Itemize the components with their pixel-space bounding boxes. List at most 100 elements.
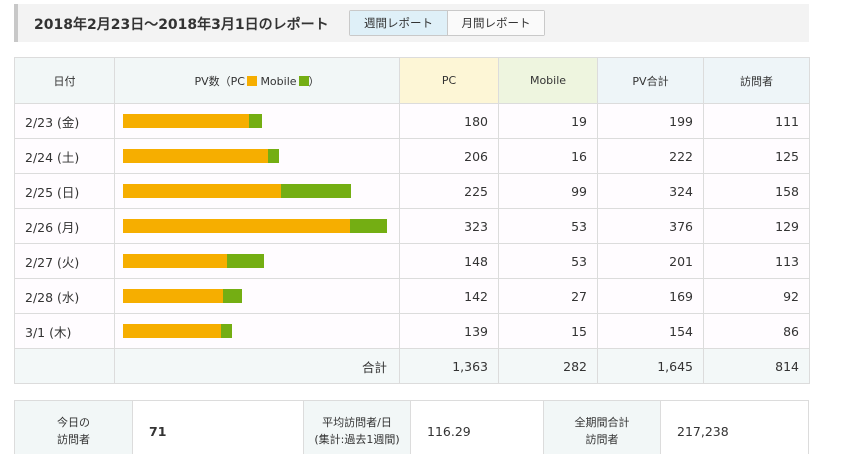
pc-legend-swatch	[246, 75, 257, 86]
total-empty-cell	[14, 348, 115, 384]
table-body: 2/23 (金) 180 19 199 111 2/24 (土) 206 16 222 125 2/…	[14, 103, 810, 384]
visitor-stats: 今日の訪問者 71 平均訪問者/日 (集計:過去1週間) 116.29 全期間合計…	[14, 400, 809, 454]
table-header-row: 日付 PV数（PC Mobile ） PC Mobile PV合計 訪問者	[14, 57, 810, 104]
pv-bar	[123, 149, 391, 163]
header-pv-total: PV合計	[597, 57, 704, 104]
header-date: 日付	[14, 57, 115, 104]
pv-bar-pc-segment	[123, 324, 221, 338]
row-mobile: 53	[498, 243, 598, 279]
row-visitors: 92	[703, 278, 810, 314]
table-row: 2/28 (水) 142 27 169 92	[14, 278, 810, 314]
today-visitors-label: 今日の 訪問者	[15, 401, 133, 454]
row-date: 2/28 (水)	[14, 278, 115, 314]
total-mobile: 282	[498, 348, 598, 384]
pv-bar-pc-segment	[123, 184, 281, 198]
row-pc: 142	[399, 278, 499, 314]
pv-bar	[123, 324, 391, 338]
row-mobile: 16	[498, 138, 598, 174]
today-visitors-label-line2: 訪問者	[57, 433, 90, 446]
avg-visitors-label-line1: 平均訪問者/日	[322, 416, 392, 429]
pv-bar	[123, 219, 391, 233]
row-visitors: 158	[703, 173, 810, 209]
mobile-legend-swatch	[298, 75, 309, 86]
row-pc: 323	[399, 208, 499, 244]
tab-weekly-report[interactable]: 週間レポート	[350, 11, 447, 35]
avg-visitors-label-line2: (集計:過去1週間)	[314, 433, 400, 446]
row-pv-total: 201	[597, 243, 704, 279]
total-row: 合計 1,363 282 1,645 814	[14, 348, 810, 384]
pv-bar-pc-segment	[123, 254, 227, 268]
row-mobile: 27	[498, 278, 598, 314]
row-mobile: 99	[498, 173, 598, 209]
pv-bar-mobile-segment	[268, 149, 279, 163]
pv-bar-cell	[114, 243, 400, 279]
row-mobile: 19	[498, 103, 598, 139]
report-title: 2018年2月23日〜2018年3月1日のレポート	[34, 17, 329, 33]
row-pc: 148	[399, 243, 499, 279]
today-visitors-value: 71	[149, 423, 167, 439]
pv-bar-pc-segment	[123, 219, 350, 233]
row-pv-total: 199	[597, 103, 704, 139]
row-date: 2/27 (火)	[14, 243, 115, 279]
header-mobile: Mobile	[498, 57, 598, 104]
row-pv-total: 154	[597, 313, 704, 349]
pv-bar-cell	[114, 138, 400, 174]
row-pc: 225	[399, 173, 499, 209]
pv-bar-mobile-segment	[223, 289, 242, 303]
row-visitors: 86	[703, 313, 810, 349]
row-pv-total: 376	[597, 208, 704, 244]
total-visitors: 814	[703, 348, 810, 384]
pv-bar-cell	[114, 313, 400, 349]
row-date: 2/26 (月)	[14, 208, 115, 244]
pv-bar-mobile-segment	[227, 254, 264, 268]
row-pc: 180	[399, 103, 499, 139]
pv-bar	[123, 254, 391, 268]
row-date: 3/1 (木)	[14, 313, 115, 349]
pv-bar-pc-segment	[123, 289, 223, 303]
header-pv-label: PV数（PC	[194, 74, 245, 88]
row-pv-total: 324	[597, 173, 704, 209]
table-row: 2/27 (火) 148 53 201 113	[14, 243, 810, 279]
row-mobile: 15	[498, 313, 598, 349]
today-visitors-label-line1: 今日の	[57, 416, 90, 429]
row-date: 2/23 (金)	[14, 103, 115, 139]
pv-bar-pc-segment	[123, 114, 249, 128]
all-time-visitors-label-line2: 訪問者	[585, 433, 619, 446]
pv-bar-mobile-segment	[281, 184, 351, 198]
header-pv-close: ）	[308, 74, 320, 88]
total-pv: 1,645	[597, 348, 704, 384]
row-pv-total: 222	[597, 138, 704, 174]
row-pc: 139	[399, 313, 499, 349]
all-time-visitors-value: 217,238	[677, 423, 729, 439]
header-mobile-legend: Mobile	[260, 74, 297, 88]
pv-bar-pc-segment	[123, 149, 268, 163]
row-visitors: 113	[703, 243, 810, 279]
pv-bar-cell	[114, 278, 400, 314]
table-row: 2/23 (金) 180 19 199 111	[14, 103, 810, 139]
all-time-visitors-label: 全期間合計 訪問者	[543, 401, 661, 454]
table-row: 2/24 (土) 206 16 222 125	[14, 138, 810, 174]
tab-monthly-report[interactable]: 月間レポート	[447, 11, 544, 35]
header-visitors: 訪問者	[703, 57, 810, 104]
table-row: 3/1 (木) 139 15 154 86	[14, 313, 810, 349]
pv-bar	[123, 289, 391, 303]
row-mobile: 53	[498, 208, 598, 244]
pv-bar-mobile-segment	[350, 219, 387, 233]
row-pv-total: 169	[597, 278, 704, 314]
header-pv: PV数（PC Mobile ）	[114, 57, 400, 104]
row-visitors: 125	[703, 138, 810, 174]
avg-visitors-value: 116.29	[427, 423, 471, 439]
pv-bar-cell	[114, 173, 400, 209]
report-header: 2018年2月23日〜2018年3月1日のレポート 週間レポート 月間レポート	[14, 4, 809, 42]
row-date: 2/25 (日)	[14, 173, 115, 209]
pv-bar-cell	[114, 208, 400, 244]
pv-bar-mobile-segment	[249, 114, 262, 128]
table-row: 2/26 (月) 323 53 376 129	[14, 208, 810, 244]
row-pc: 206	[399, 138, 499, 174]
pv-bar-mobile-segment	[221, 324, 232, 338]
report-tabs: 週間レポート 月間レポート	[349, 10, 545, 36]
total-pc: 1,363	[399, 348, 499, 384]
pv-bar	[123, 114, 391, 128]
row-visitors: 111	[703, 103, 810, 139]
report-table: 日付 PV数（PC Mobile ） PC Mobile PV合計 訪問者 2/2…	[14, 57, 810, 384]
